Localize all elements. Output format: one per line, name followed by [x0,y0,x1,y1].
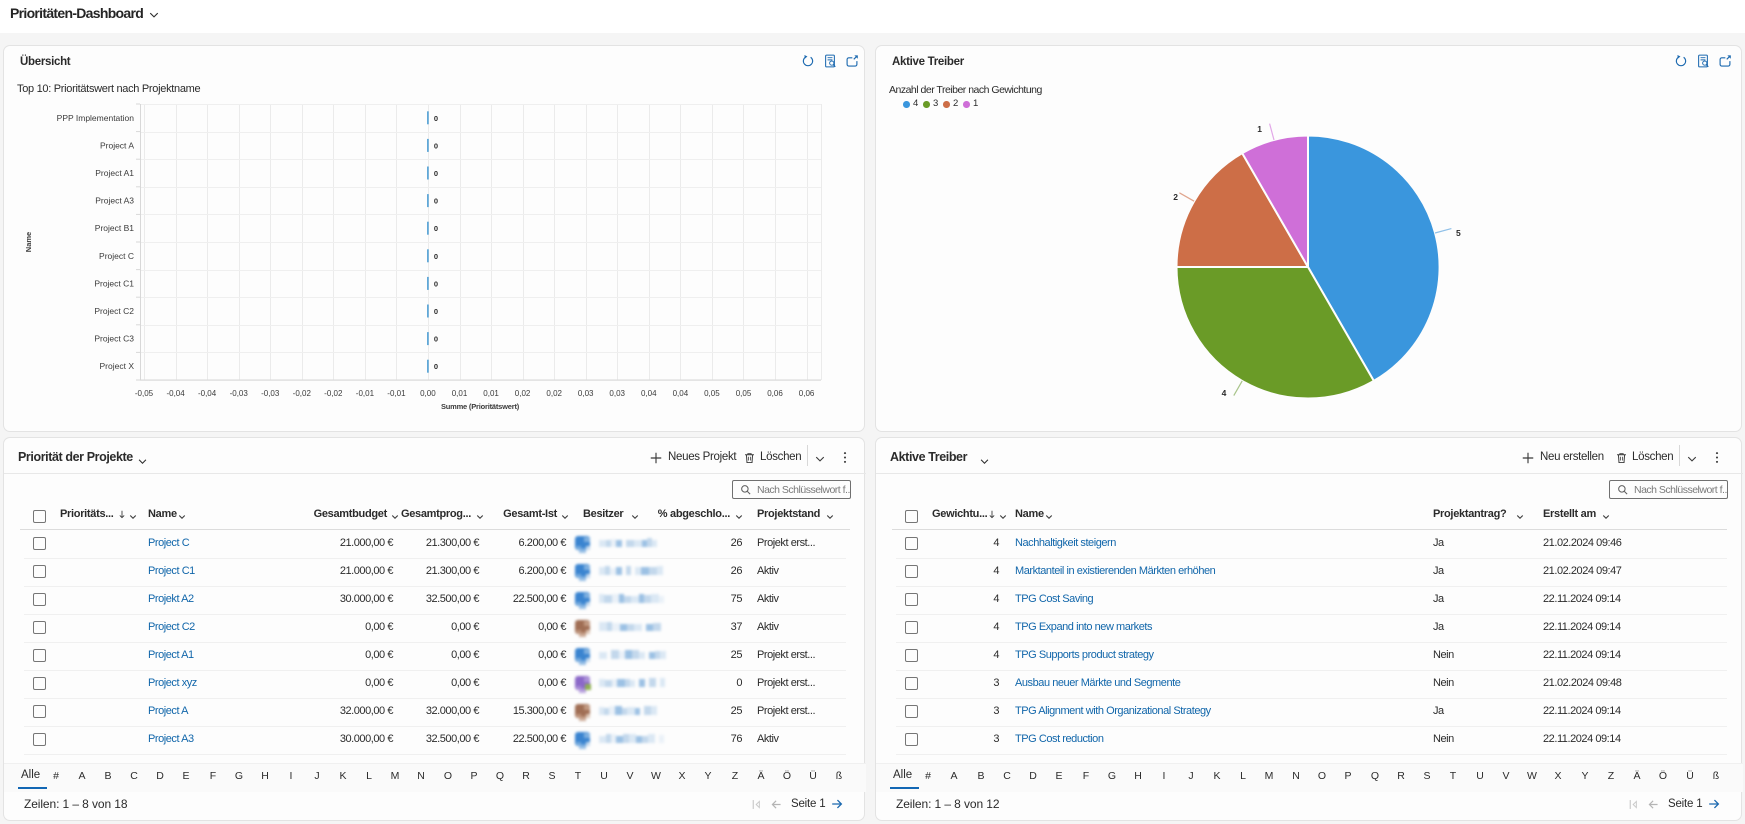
svg-text:0: 0 [434,307,438,316]
svg-text:0,04: 0,04 [641,389,657,398]
svg-text:PPP Implementation: PPP Implementation [57,113,135,123]
svg-text:-0,02: -0,02 [324,389,343,398]
svg-text:0: 0 [434,141,438,150]
svg-text:0,06: 0,06 [799,389,815,398]
svg-text:-0,04: -0,04 [166,389,185,398]
svg-text:0,01: 0,01 [483,389,499,398]
svg-text:2: 2 [1173,192,1178,202]
svg-text:1: 1 [1257,124,1262,134]
svg-text:Project B1: Project B1 [95,223,134,233]
svg-text:0,03: 0,03 [609,389,625,398]
svg-text:Project A3: Project A3 [95,196,134,206]
svg-text:0: 0 [434,114,438,123]
svg-text:0: 0 [434,197,438,206]
svg-text:0,04: 0,04 [673,389,689,398]
svg-text:Summe (Prioritätswert): Summe (Prioritätswert) [441,402,520,411]
svg-text:-0,01: -0,01 [356,389,375,398]
svg-text:4: 4 [1222,388,1227,398]
svg-text:0: 0 [434,362,438,371]
svg-text:5: 5 [1456,228,1461,238]
svg-text:Project C3: Project C3 [94,334,134,344]
svg-text:0,05: 0,05 [704,389,720,398]
svg-text:0,01: 0,01 [452,389,468,398]
svg-text:Name: Name [24,232,33,252]
svg-text:Project A1: Project A1 [95,168,134,178]
svg-text:Project X: Project X [100,361,135,371]
svg-text:0: 0 [434,252,438,261]
svg-text:0,02: 0,02 [546,389,562,398]
svg-text:0,00: 0,00 [420,389,436,398]
svg-text:-0,03: -0,03 [261,389,280,398]
svg-text:-0,05: -0,05 [135,389,154,398]
svg-text:0: 0 [434,279,438,288]
svg-text:0,05: 0,05 [736,389,752,398]
svg-text:0: 0 [434,169,438,178]
svg-text:Project C1: Project C1 [94,278,134,288]
svg-text:0,06: 0,06 [767,389,783,398]
svg-text:0: 0 [434,335,438,344]
svg-text:-0,04: -0,04 [198,389,217,398]
svg-text:-0,01: -0,01 [387,389,406,398]
svg-text:Project C2: Project C2 [94,306,134,316]
svg-text:Project A: Project A [100,140,134,150]
svg-text:0,03: 0,03 [578,389,594,398]
svg-text:Project C: Project C [99,251,134,261]
svg-text:0: 0 [434,224,438,233]
svg-text:-0,02: -0,02 [293,389,312,398]
svg-text:-0,03: -0,03 [230,389,249,398]
svg-text:0,02: 0,02 [515,389,531,398]
